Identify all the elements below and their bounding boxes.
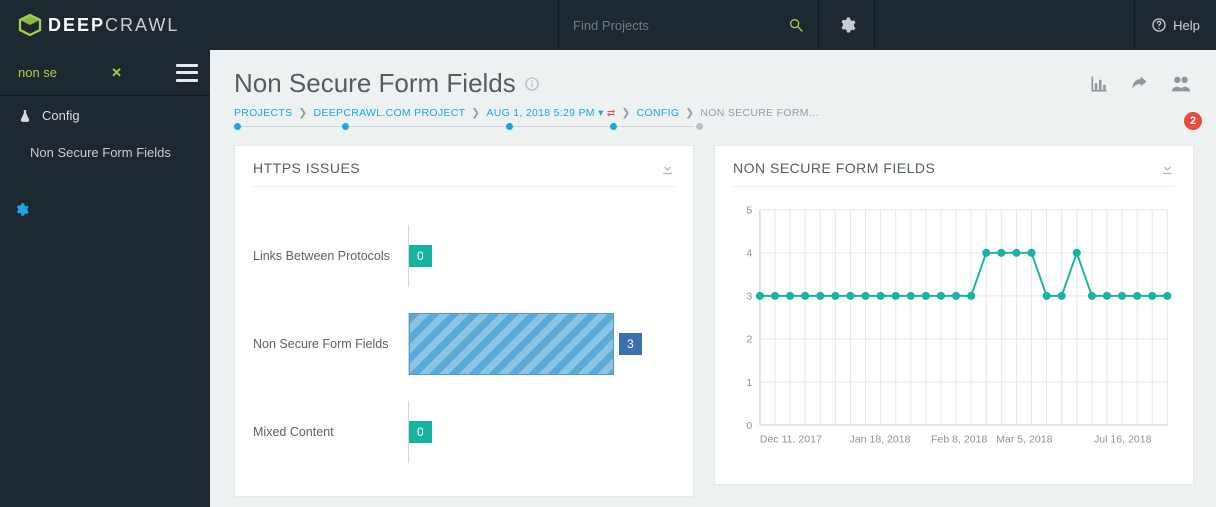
settings-button[interactable] (818, 0, 874, 50)
page-title: Non Secure Form Fields (234, 68, 540, 99)
sidebar-item-label: Config (42, 108, 80, 123)
svg-text:Jan 18, 2018: Jan 18, 2018 (850, 433, 911, 445)
svg-text:5: 5 (746, 205, 752, 217)
topbar: DEEPCRAWL Find Projects Help (0, 0, 1216, 50)
gear-icon (838, 16, 856, 34)
sidebar-filter: non se ✕ (0, 50, 210, 96)
panel-https-issues: HTTPS ISSUES Links Between Protocols 0 N… (234, 145, 694, 497)
bar-label: Links Between Protocols (253, 249, 408, 263)
svg-text:2: 2 (746, 334, 752, 346)
breadcrumb-item[interactable]: DEEPCRAWL.COM PROJECT (314, 107, 466, 119)
chevron-right-icon: ❯ (471, 107, 480, 119)
svg-text:Feb 8, 2018: Feb 8, 2018 (931, 433, 987, 445)
panel-title: NON SECURE FORM FIELDS (733, 160, 935, 176)
breadcrumb: PROJECTS ❯ DEEPCRAWL.COM PROJECT ❯ AUG 1… (234, 107, 1194, 119)
crawl-dot[interactable] (506, 123, 513, 130)
help-label: Help (1173, 18, 1200, 33)
svg-text:4: 4 (746, 248, 752, 260)
search-icon[interactable] (788, 17, 804, 33)
help-icon (1151, 17, 1167, 33)
gear-icon (14, 202, 29, 217)
sidebar: non se ✕ Config Non Secure Form Fields (0, 50, 210, 507)
breadcrumb-item[interactable]: PROJECTS (234, 107, 292, 119)
flask-icon (18, 109, 32, 123)
project-search[interactable]: Find Projects (558, 0, 818, 50)
bar-label: Non Secure Form Fields (253, 337, 408, 351)
svg-text:Dec 11, 2017: Dec 11, 2017 (760, 433, 822, 445)
panel-title: HTTPS ISSUES (253, 160, 360, 176)
crawl-dot[interactable] (234, 123, 241, 130)
sidebar-item-config[interactable]: Config (0, 96, 210, 135)
breadcrumb-item[interactable]: CONFIG (637, 107, 680, 119)
bar-value: 0 (409, 245, 432, 267)
compare-icon[interactable]: ⇄ (607, 108, 616, 119)
info-icon[interactable] (524, 76, 540, 92)
topbar-spacer-2 (874, 0, 1134, 50)
svg-text:1: 1 (746, 377, 752, 389)
bar-row-mixed-content[interactable]: Mixed Content 0 (253, 388, 675, 476)
main: Non Secure Form Fields 2 PROJECTS ❯ DEEP… (210, 50, 1216, 507)
bar-row-non-secure-form-fields[interactable]: Non Secure Form Fields 3 (253, 300, 675, 388)
chevron-right-icon: ❯ (298, 107, 307, 119)
crawl-timeline (234, 123, 1194, 131)
project-search-placeholder: Find Projects (573, 18, 649, 33)
panel-trend-chart: NON SECURE FORM FIELDS 0 1 2 3 4 5 Dec 11, 201… (714, 145, 1194, 485)
share-icon[interactable] (1128, 74, 1150, 94)
svg-text:Mar 5, 2018: Mar 5, 2018 (996, 433, 1052, 445)
crawl-dot[interactable] (342, 123, 349, 130)
hamburger-icon[interactable] (176, 64, 198, 82)
users-icon[interactable] (1168, 73, 1194, 95)
chevron-right-icon: ❯ (622, 107, 631, 119)
svg-text:Jul 16, 2018: Jul 16, 2018 (1094, 433, 1152, 445)
sidebar-item-non-secure-form-fields[interactable]: Non Secure Form Fields (0, 135, 210, 170)
chevron-right-icon: ❯ (685, 107, 694, 119)
crawl-dot[interactable] (610, 123, 617, 130)
brand-logo[interactable]: DEEPCRAWL (0, 13, 179, 37)
bar-value: 3 (619, 333, 642, 355)
breadcrumb-item-current: NON SECURE FORM… (700, 107, 819, 119)
svg-text:0: 0 (746, 420, 752, 432)
download-icon[interactable] (1160, 161, 1175, 176)
bar-fill (409, 313, 614, 375)
svg-text:3: 3 (746, 291, 752, 303)
bar-row-links-between-protocols[interactable]: Links Between Protocols 0 (253, 212, 675, 300)
brand-text: DEEPCRAWL (48, 15, 179, 36)
bar-label: Mixed Content (253, 425, 408, 439)
sidebar-filter-clear-icon[interactable]: ✕ (111, 65, 122, 81)
logo-icon (18, 13, 42, 37)
crawl-dot[interactable] (696, 123, 703, 130)
sidebar-item-label: Non Secure Form Fields (30, 145, 171, 160)
trend-chart: 0 1 2 3 4 5 Dec 11, 2017 Jan 18, 2018 Feb 8, 201… (733, 197, 1175, 457)
breadcrumb-item[interactable]: AUG 1, 2018 5:29 PM ▾ ⇄ (486, 107, 615, 119)
download-icon[interactable] (660, 161, 675, 176)
caret-down-icon[interactable]: ▾ (598, 107, 604, 119)
sidebar-settings-button[interactable] (14, 202, 29, 220)
bar-value: 0 (409, 421, 432, 443)
sidebar-filter-text[interactable]: non se (18, 65, 57, 80)
chart-icon[interactable] (1088, 74, 1110, 94)
help-button[interactable]: Help (1134, 0, 1216, 50)
